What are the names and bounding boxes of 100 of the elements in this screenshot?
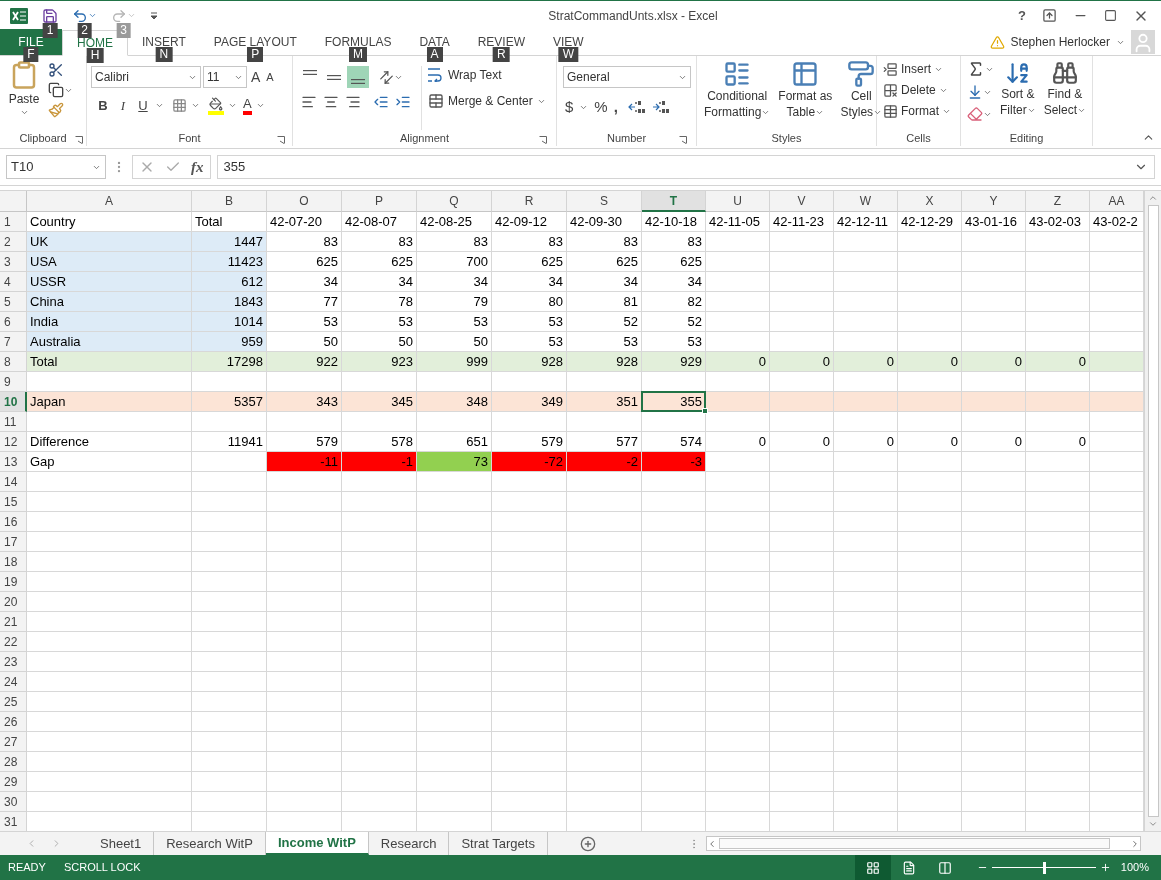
- fill-color-button[interactable]: [208, 96, 224, 115]
- scroll-right-icon[interactable]: [1130, 838, 1140, 849]
- zoom-in-icon[interactable]: [1099, 862, 1111, 873]
- wrap-text-button[interactable]: Wrap Text: [428, 66, 546, 84]
- fill-icon[interactable]: [967, 84, 983, 100]
- row-header[interactable]: 25: [0, 692, 27, 712]
- column-header[interactable]: P: [342, 191, 417, 212]
- column-header[interactable]: R: [492, 191, 567, 212]
- save-button[interactable]: [42, 7, 58, 24]
- editing-button[interactable]: Find & Select: [1041, 60, 1089, 130]
- font-name-dropdown[interactable]: Calibri: [91, 66, 201, 88]
- column-header[interactable]: U: [706, 191, 770, 212]
- row-header[interactable]: 8: [0, 352, 27, 372]
- column-header[interactable]: Y: [962, 191, 1026, 212]
- row-header[interactable]: 23: [0, 652, 27, 672]
- undo-button[interactable]: [72, 7, 97, 24]
- column-header[interactable]: X: [898, 191, 962, 212]
- row-header[interactable]: 17: [0, 532, 27, 552]
- sheet-tab[interactable]: Income WitP: [265, 832, 369, 855]
- align-right-icon[interactable]: [345, 94, 361, 110]
- row-header[interactable]: 11: [0, 412, 27, 432]
- row-header[interactable]: 22: [0, 632, 27, 652]
- font-style-button[interactable]: B: [95, 96, 111, 116]
- horizontal-scrollbar[interactable]: [705, 836, 1141, 851]
- column-header[interactable]: V: [770, 191, 834, 212]
- row-header[interactable]: 18: [0, 552, 27, 572]
- row-header[interactable]: 10: [0, 392, 27, 412]
- row-header[interactable]: 1: [0, 212, 27, 232]
- row-header[interactable]: 21: [0, 612, 27, 632]
- grow-font-button[interactable]: A: [249, 66, 263, 88]
- cells-button[interactable]: Delete: [883, 81, 954, 99]
- copy-icon[interactable]: [48, 82, 64, 98]
- shrink-font-button[interactable]: A: [264, 68, 276, 86]
- cells-button[interactable]: Insert: [883, 60, 954, 78]
- name-box[interactable]: T10: [6, 155, 106, 179]
- align-center-icon[interactable]: [323, 94, 339, 110]
- customize-toolbar-icon[interactable]: [150, 11, 158, 20]
- ribbon-display-icon[interactable]: [1042, 8, 1057, 23]
- styles-button[interactable]: Format as Table: [775, 60, 836, 130]
- dialog-launcher-icon[interactable]: [75, 136, 83, 144]
- new-sheet-icon[interactable]: [579, 835, 596, 852]
- row-header[interactable]: 30: [0, 792, 27, 812]
- font-style-button[interactable]: I: [115, 96, 131, 116]
- column-header[interactable]: Z: [1026, 191, 1090, 212]
- view-button[interactable]: [854, 855, 891, 880]
- zoom-level[interactable]: 100%: [1120, 859, 1149, 876]
- excel-logo-icon[interactable]: [10, 6, 28, 25]
- column-header[interactable]: Q: [417, 191, 492, 212]
- zoom-slider-thumb[interactable]: [1042, 861, 1046, 874]
- row-header[interactable]: 12: [0, 432, 27, 452]
- number-format-dropdown[interactable]: General: [563, 66, 691, 88]
- styles-button[interactable]: Cell Styles: [837, 60, 886, 130]
- align-left-icon[interactable]: [301, 94, 317, 110]
- row-header[interactable]: 19: [0, 572, 27, 592]
- column-header[interactable]: A: [27, 191, 192, 212]
- row-header[interactable]: 14: [0, 472, 27, 492]
- maximize-icon[interactable]: [1104, 9, 1117, 22]
- borders-icon[interactable]: [172, 98, 187, 114]
- row-header[interactable]: 27: [0, 732, 27, 752]
- column-header[interactable]: W: [834, 191, 898, 212]
- dialog-launcher-icon[interactable]: [539, 136, 547, 144]
- eraser-icon[interactable]: [967, 106, 983, 122]
- dialog-launcher-icon[interactable]: [679, 136, 687, 144]
- row-header[interactable]: 16: [0, 512, 27, 532]
- formula-input[interactable]: 355: [216, 155, 1155, 179]
- row-header[interactable]: 3: [0, 252, 27, 272]
- vertical-align-button[interactable]: [347, 66, 369, 88]
- row-header[interactable]: 28: [0, 752, 27, 772]
- percent-button[interactable]: %: [594, 96, 608, 119]
- row-header[interactable]: 9: [0, 372, 27, 392]
- cells-button[interactable]: Format: [883, 102, 954, 120]
- styles-button[interactable]: Conditional Formatting: [701, 60, 774, 130]
- increase-indent-icon[interactable]: [395, 94, 411, 110]
- row-header[interactable]: 26: [0, 712, 27, 732]
- currency-button[interactable]: $: [565, 96, 574, 119]
- row-header[interactable]: 4: [0, 272, 27, 292]
- column-header[interactable]: O: [267, 191, 342, 212]
- row-header[interactable]: 20: [0, 592, 27, 612]
- dialog-launcher-icon[interactable]: [277, 136, 285, 144]
- row-header[interactable]: 5: [0, 292, 27, 312]
- row-header[interactable]: 13: [0, 452, 27, 472]
- merge-center-button[interactable]: Merge & Center: [428, 92, 546, 110]
- paste-button[interactable]: Paste: [6, 60, 42, 130]
- row-header[interactable]: 31: [0, 812, 27, 831]
- font-style-button[interactable]: U: [135, 96, 151, 116]
- font-size-dropdown[interactable]: 11: [203, 66, 247, 88]
- column-header[interactable]: T: [642, 191, 706, 212]
- row-header[interactable]: 6: [0, 312, 27, 332]
- cut-icon[interactable]: [48, 62, 64, 78]
- row-header[interactable]: 15: [0, 492, 27, 512]
- row-header[interactable]: 29: [0, 772, 27, 792]
- row-header[interactable]: 24: [0, 672, 27, 692]
- comma-button[interactable]: ,: [613, 96, 622, 119]
- font-color-button[interactable]: A: [243, 96, 252, 115]
- zoom-slider[interactable]: [991, 861, 1096, 874]
- column-header[interactable]: B: [192, 191, 267, 212]
- help-button[interactable]: ?: [1018, 5, 1026, 26]
- decrease-indent-icon[interactable]: [373, 94, 389, 110]
- row-header[interactable]: 2: [0, 232, 27, 252]
- user-name[interactable]: Stephen Herlocker: [1010, 33, 1110, 51]
